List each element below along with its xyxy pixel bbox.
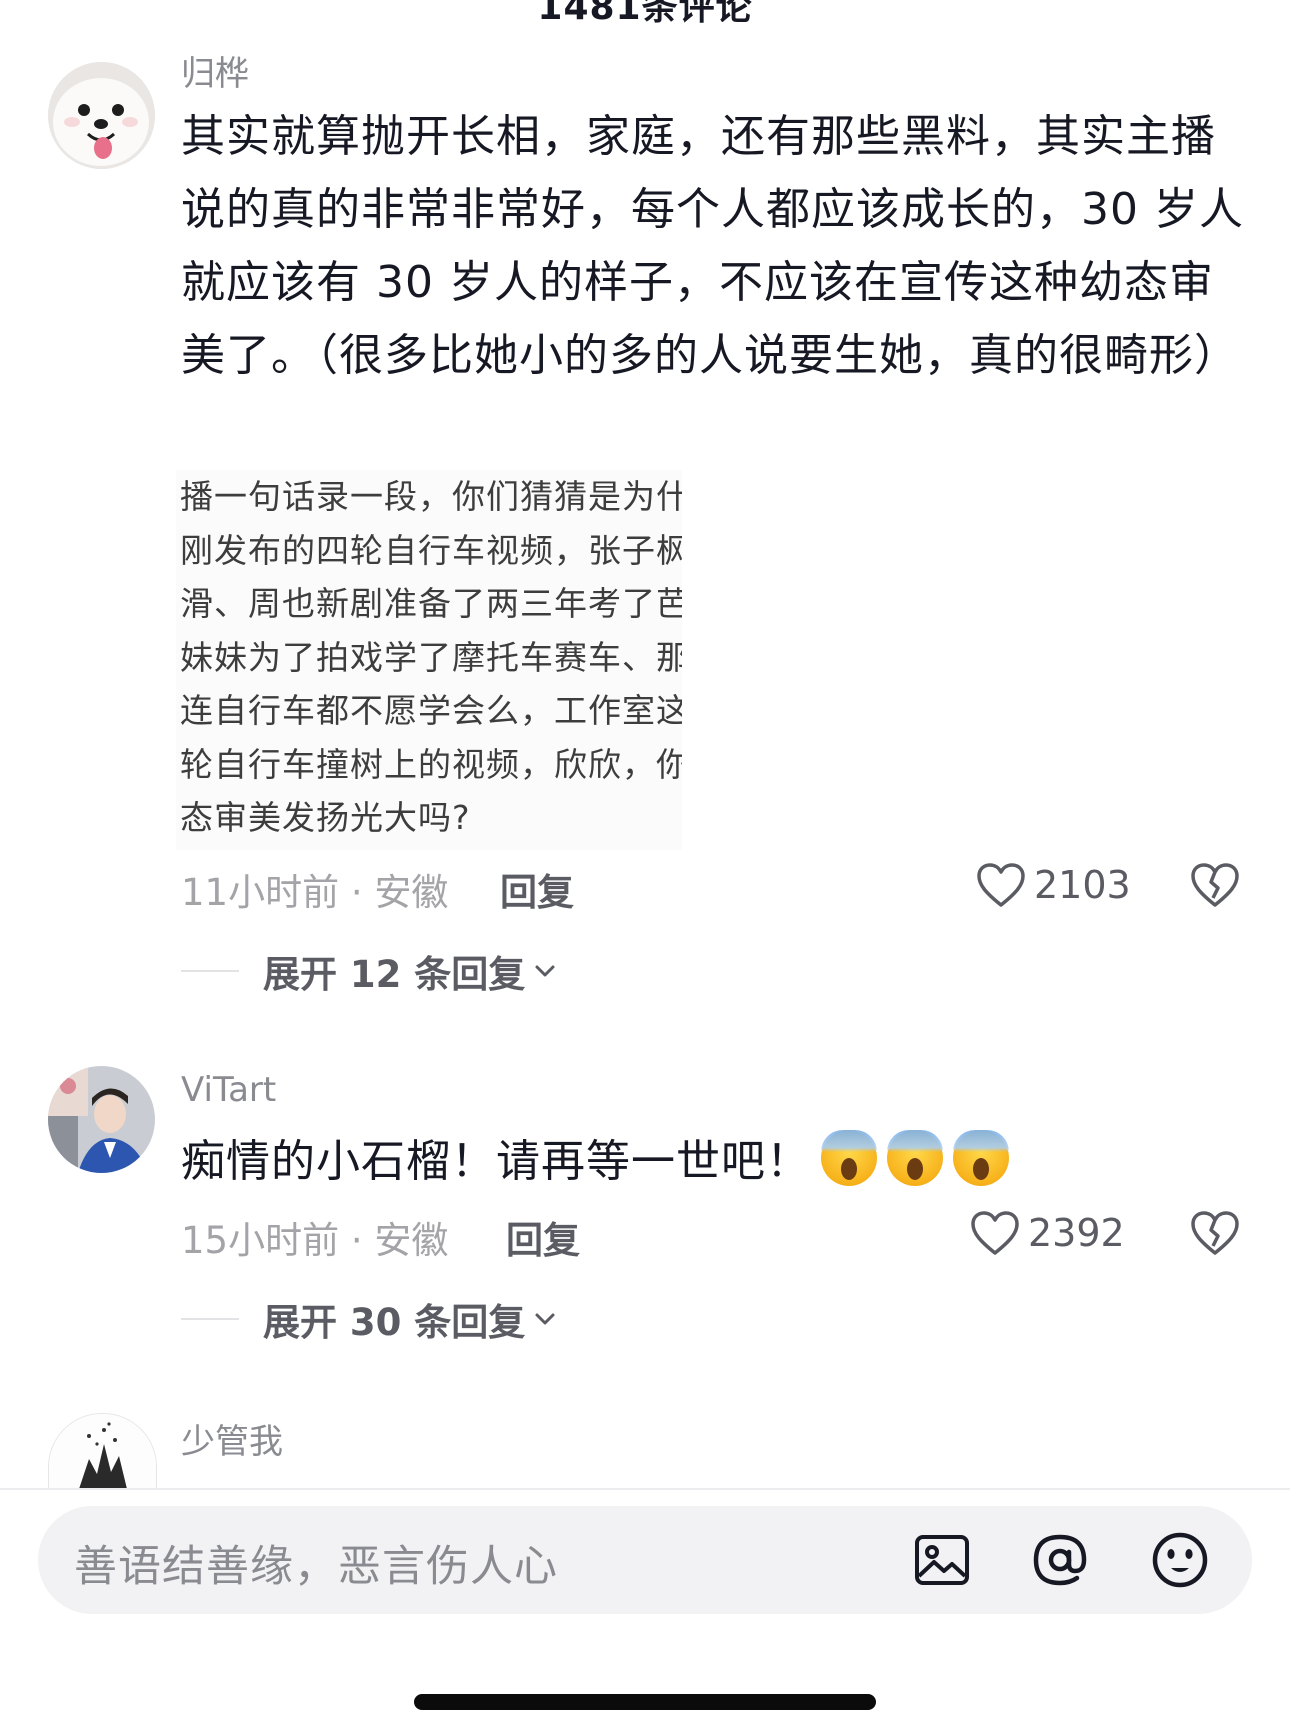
- expand-replies-label: 展开 30 条回复: [263, 1301, 526, 1344]
- heart-icon: [971, 1211, 1019, 1255]
- broken-heart-icon: [1191, 1211, 1239, 1255]
- comment-input-bar[interactable]: 善语结善缘，恶言伤人心: [38, 1506, 1252, 1614]
- quote-line: 态审美发扬光大吗?: [180, 798, 471, 837]
- heart-icon: [977, 863, 1025, 907]
- divider-line: [181, 970, 239, 972]
- like-count: 2392: [1028, 1211, 1125, 1255]
- chevron-down-icon: [535, 1313, 555, 1325]
- comment-text-body: 痴情的小石榴！请再等一世吧！: [181, 1136, 811, 1187]
- avatar[interactable]: [48, 62, 155, 169]
- quote-line: 妹妹为了拍戏学了摩托车赛车、那: [180, 637, 682, 677]
- broken-heart-icon: [1191, 863, 1239, 907]
- reply-button[interactable]: 回复: [500, 862, 574, 916]
- input-divider: [0, 1488, 1290, 1490]
- like-count: 2103: [1034, 863, 1131, 907]
- reply-button[interactable]: 回复: [506, 1210, 580, 1264]
- screaming-face-icon: [821, 1130, 877, 1186]
- like-button[interactable]: 2103: [976, 862, 1131, 908]
- screaming-face-icon: [887, 1130, 943, 1186]
- quote-line: 播一句话录一段，你们猜猜是为什: [180, 477, 682, 516]
- expand-replies-button[interactable]: 展开 30 条回复: [181, 1292, 559, 1346]
- quote-line: 刚发布的四轮自行车视频，张子枫: [180, 530, 682, 570]
- home-indicator[interactable]: [414, 1694, 876, 1710]
- expand-replies-label: 展开 12 条回复: [263, 953, 526, 996]
- avatar[interactable]: [48, 1413, 157, 1489]
- quote-line: 滑、周也新剧准备了两三年考了芭: [180, 584, 682, 623]
- like-button[interactable]: 2392: [970, 1210, 1125, 1256]
- at-icon[interactable]: [1030, 1530, 1090, 1590]
- comment-meta: 15小时前 · 安徽: [181, 1219, 449, 1262]
- username[interactable]: 归桦: [181, 46, 249, 95]
- comment-text: 其实就算抛开长相，家庭，还有那些黑料，其实主播说的真的非常非常好，每个人都应该成…: [181, 111, 1244, 381]
- expand-replies-button[interactable]: 展开 12 条回复: [181, 944, 559, 998]
- username[interactable]: ViTart: [181, 1070, 276, 1110]
- comment-meta: 11小时前 · 安徽: [181, 871, 449, 914]
- quoted-screenshot-image[interactable]: 播一句话录一段，你们猜猜是为什 刚发布的四轮自行车视频，张子枫 滑、周也新剧准备…: [176, 470, 682, 850]
- image-icon[interactable]: [912, 1530, 972, 1590]
- comment-text: 痴情的小石榴！请再等一世吧！: [181, 1125, 1256, 1198]
- dislike-button[interactable]: [1190, 1210, 1240, 1260]
- quote-line: 轮自行车撞树上的视频，欣欣，你: [180, 744, 682, 784]
- emoji-icon[interactable]: [1150, 1530, 1210, 1590]
- screaming-face-icon: [953, 1130, 1009, 1186]
- avatar[interactable]: [48, 1066, 155, 1173]
- quote-line: 连自行车都不愿学会么，工作室这: [180, 691, 682, 730]
- dislike-button[interactable]: [1190, 862, 1240, 912]
- chevron-down-icon: [535, 965, 555, 977]
- username[interactable]: 少管我: [181, 1414, 283, 1463]
- comments-count-title: 1481条评论: [537, 0, 753, 28]
- comment-input-placeholder[interactable]: 善语结善缘，恶言伤人心: [74, 1532, 558, 1594]
- divider-line: [181, 1318, 239, 1320]
